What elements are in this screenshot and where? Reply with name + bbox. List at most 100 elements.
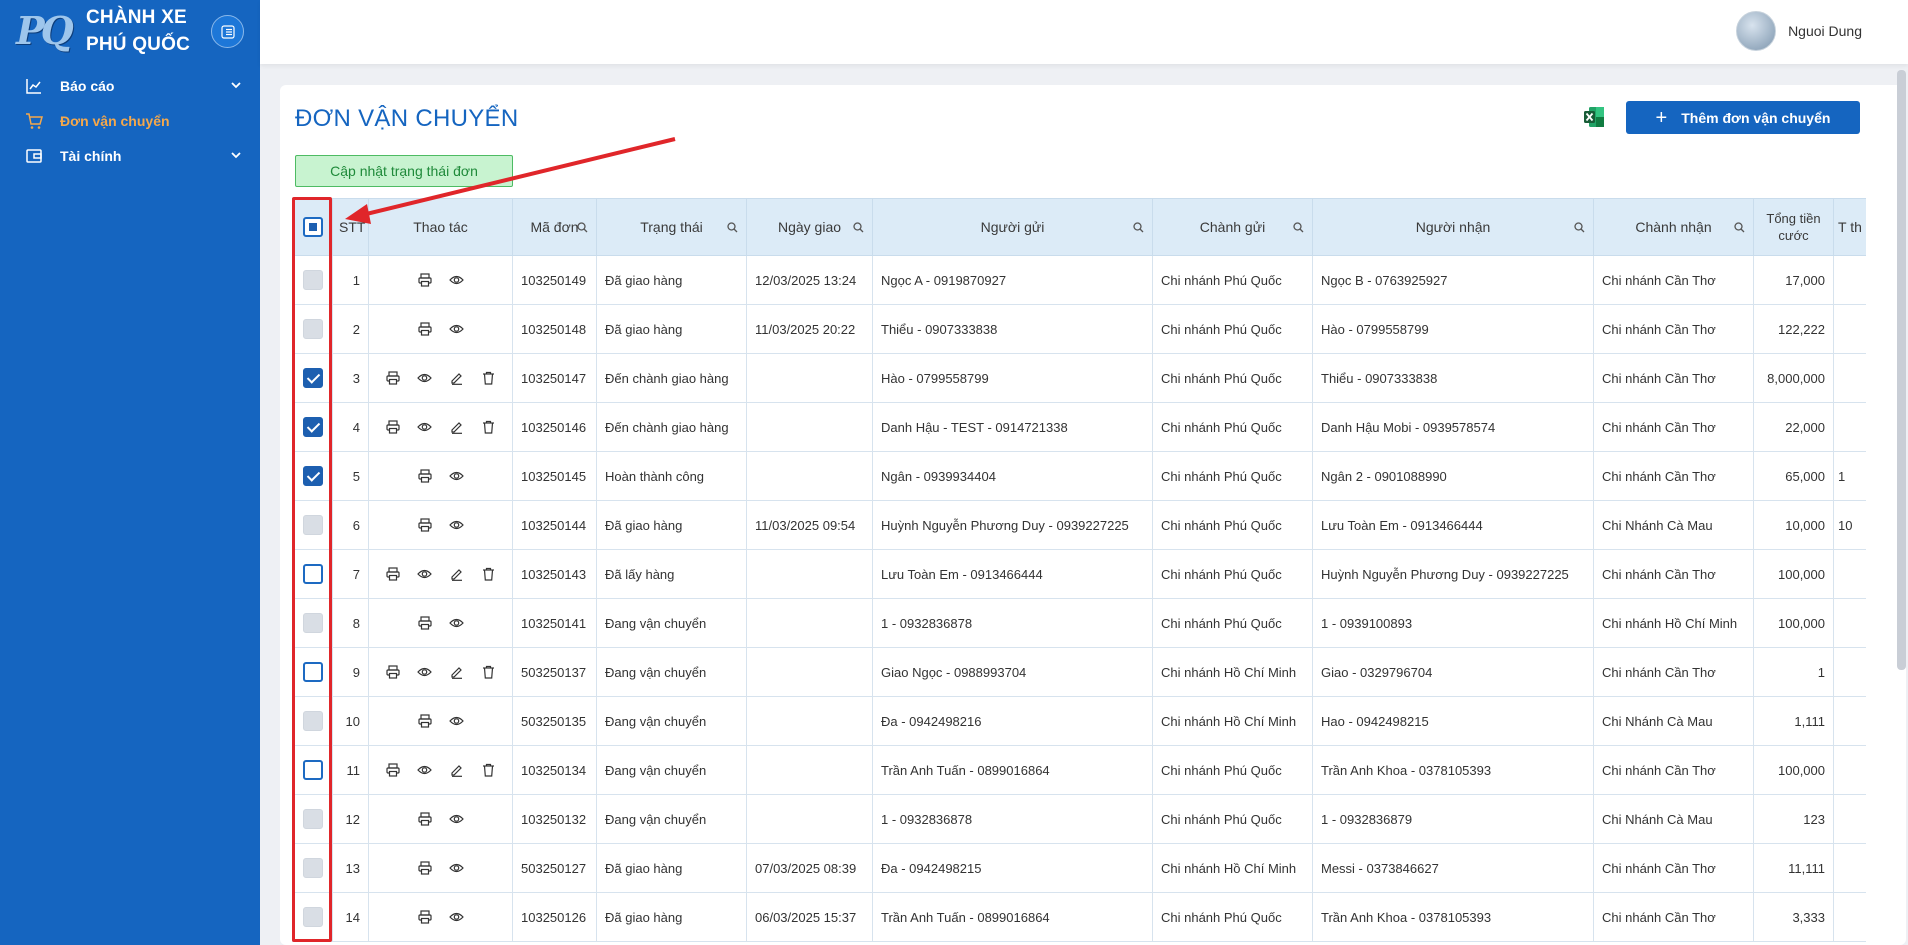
row-select-cell[interactable]	[292, 843, 333, 893]
eye-icon[interactable]	[448, 516, 466, 534]
pencil-icon[interactable]	[448, 663, 466, 681]
eye-icon[interactable]	[416, 761, 434, 779]
update-status-button[interactable]: Cập nhật trạng thái đơn	[295, 155, 513, 187]
eye-icon[interactable]	[448, 908, 466, 926]
table-row[interactable]: 1 103250149 Đã giao hàng 12/03/2025 13:24 Ng…	[292, 255, 1866, 305]
eye-icon[interactable]	[448, 467, 466, 485]
printer-icon[interactable]	[416, 271, 434, 289]
cell-sender: 1 - 0932836878	[872, 598, 1153, 648]
table-row[interactable]: 8 103250141 Đang vận chuyển 1 - 0932836878 C…	[292, 598, 1866, 648]
table-row[interactable]: 3 103250147 Đến chành giao hàng Hào - 07995…	[292, 353, 1866, 403]
row-select-cell[interactable]	[292, 647, 333, 697]
eye-icon[interactable]	[416, 369, 434, 387]
search-icon[interactable]	[1574, 220, 1585, 236]
pencil-icon[interactable]	[448, 761, 466, 779]
sidebar-item-tai-chinh[interactable]: Tài chính	[0, 138, 260, 173]
printer-icon[interactable]	[416, 712, 434, 730]
row-select-cell[interactable]	[292, 304, 333, 354]
row-select-cell[interactable]	[292, 696, 333, 746]
printer-icon[interactable]	[416, 859, 434, 877]
row-checkbox	[302, 319, 323, 339]
row-select-cell[interactable]	[292, 892, 333, 942]
pencil-icon[interactable]	[448, 565, 466, 583]
eye-icon[interactable]	[416, 418, 434, 436]
search-icon[interactable]	[1734, 220, 1745, 236]
search-icon[interactable]	[1293, 220, 1304, 236]
sidebar-item-bao-cao[interactable]: Báo cáo	[0, 68, 260, 103]
table-row[interactable]: 9 503250137 Đang vận chuyển Giao Ngọc - 098…	[292, 647, 1866, 697]
page-title: ĐƠN VẬN CHUYỂN	[295, 105, 519, 132]
printer-icon[interactable]	[416, 467, 434, 485]
cell-date	[746, 794, 873, 844]
printer-icon[interactable]	[384, 418, 402, 436]
search-icon[interactable]	[577, 220, 588, 236]
printer-icon[interactable]	[416, 810, 434, 828]
row-checkbox[interactable]	[302, 564, 323, 584]
table-row[interactable]: 13 503250127 Đã giao hàng 07/03/2025 08:39 Đ…	[292, 843, 1866, 893]
row-checkbox[interactable]	[302, 417, 323, 437]
brand-name: CHÀNH XE PHÚ QUỐC	[86, 4, 190, 58]
table-row[interactable]: 12 103250132 Đang vận chuyển 1 - 0932836878…	[292, 794, 1866, 844]
eye-icon[interactable]	[448, 320, 466, 338]
eye-icon[interactable]	[416, 565, 434, 583]
table-row[interactable]: 4 103250146 Đến chành giao hàng Danh Hậu - …	[292, 402, 1866, 452]
table-row[interactable]: 6 103250144 Đã giao hàng 11/03/2025 09:54 Hu…	[292, 500, 1866, 550]
eye-icon[interactable]	[448, 859, 466, 877]
trash-icon[interactable]	[480, 565, 498, 583]
search-icon[interactable]	[727, 220, 738, 236]
printer-icon[interactable]	[384, 565, 402, 583]
row-checkbox[interactable]	[302, 662, 323, 682]
table-row[interactable]: 5 103250145 Hoàn thành công Ngân - 09399344…	[292, 451, 1866, 501]
printer-icon[interactable]	[416, 614, 434, 632]
trash-icon[interactable]	[480, 761, 498, 779]
cell-status: Đến chành giao hàng	[596, 353, 747, 403]
trash-icon[interactable]	[480, 418, 498, 436]
table-row[interactable]: 7 103250143 Đã lấy hàng Lưu Toàn Em - 09134…	[292, 549, 1866, 599]
excel-export-icon[interactable]	[1582, 105, 1606, 129]
search-icon[interactable]	[1133, 220, 1144, 236]
row-select-cell[interactable]	[292, 353, 333, 403]
cell-actions	[368, 451, 513, 501]
search-icon[interactable]	[853, 220, 864, 236]
table-row[interactable]: 14 103250126 Đã giao hàng 06/03/2025 15:37 T…	[292, 892, 1866, 942]
printer-icon[interactable]	[416, 320, 434, 338]
eye-icon[interactable]	[448, 712, 466, 730]
row-checkbox[interactable]	[302, 368, 323, 388]
row-select-cell[interactable]	[292, 255, 333, 305]
pencil-icon[interactable]	[448, 369, 466, 387]
row-checkbox[interactable]	[302, 760, 323, 780]
header-select-all[interactable]	[292, 198, 333, 256]
printer-icon[interactable]	[416, 516, 434, 534]
pencil-icon[interactable]	[448, 418, 466, 436]
page-scrollbar[interactable]	[1897, 70, 1906, 670]
user-menu[interactable]: Nguoi Dung	[1736, 11, 1862, 51]
row-checkbox[interactable]	[302, 466, 323, 486]
cell-to: Chi nhánh Cần Thơ	[1593, 745, 1754, 795]
row-select-cell[interactable]	[292, 451, 333, 501]
table-row[interactable]: 11 103250134 Đang vận chuyển Trần Anh Tuấn …	[292, 745, 1866, 795]
row-select-cell[interactable]	[292, 500, 333, 550]
cell-total: 65,000	[1753, 451, 1834, 501]
printer-icon[interactable]	[384, 663, 402, 681]
eye-icon[interactable]	[448, 614, 466, 632]
printer-icon[interactable]	[416, 908, 434, 926]
trash-icon[interactable]	[480, 369, 498, 387]
printer-icon[interactable]	[384, 369, 402, 387]
eye-icon[interactable]	[448, 271, 466, 289]
select-all-checkbox[interactable]	[302, 217, 323, 237]
row-select-cell[interactable]	[292, 794, 333, 844]
add-order-button[interactable]: + Thêm đơn vận chuyển	[1626, 101, 1860, 134]
cell-stt: 6	[332, 500, 369, 550]
trash-icon[interactable]	[480, 663, 498, 681]
eye-icon[interactable]	[416, 663, 434, 681]
row-select-cell[interactable]	[292, 402, 333, 452]
eye-icon[interactable]	[448, 810, 466, 828]
table-row[interactable]: 2 103250148 Đã giao hàng 11/03/2025 20:22 Th…	[292, 304, 1866, 354]
sidebar-item-don-van-chuyen[interactable]: Đơn vận chuyển	[0, 103, 260, 138]
row-select-cell[interactable]	[292, 598, 333, 648]
table-row[interactable]: 10 503250135 Đang vận chuyển Đa - 094249821…	[292, 696, 1866, 746]
row-select-cell[interactable]	[292, 549, 333, 599]
row-select-cell[interactable]	[292, 745, 333, 795]
printer-icon[interactable]	[384, 761, 402, 779]
menu-toggle-button[interactable]	[211, 15, 244, 48]
